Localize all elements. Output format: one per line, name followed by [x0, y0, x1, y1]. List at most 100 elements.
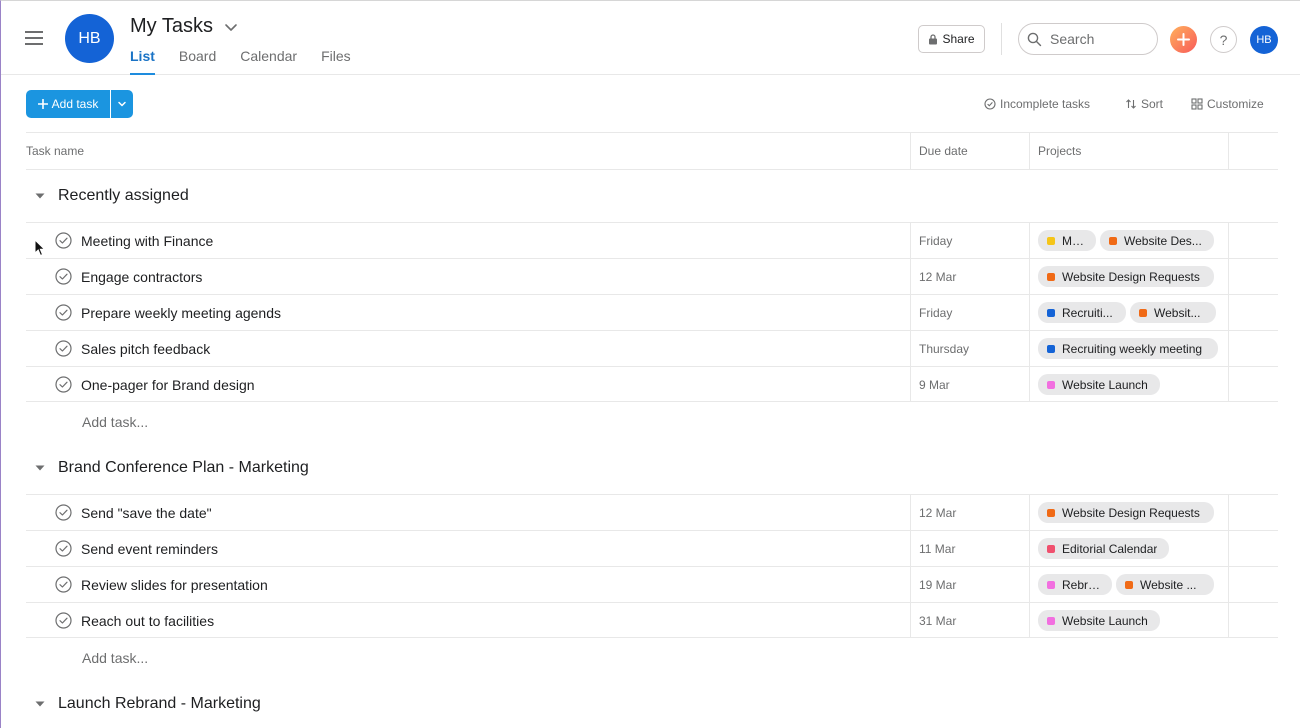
column-divider	[910, 567, 911, 602]
task-due-date[interactable]: 31 Mar	[919, 614, 956, 628]
table-row[interactable]: Reach out to facilities 31 Mar Website Lau…	[26, 602, 1278, 638]
task-name[interactable]: Review slides for presentation	[81, 577, 268, 593]
workspace-avatar: HB	[65, 14, 114, 63]
column-divider	[910, 133, 911, 169]
customize-button[interactable]: Customize	[1191, 97, 1264, 111]
column-divider	[1228, 603, 1229, 638]
table-row[interactable]: Engage contractors 12 Mar Website Design R…	[26, 258, 1278, 294]
task-due-date[interactable]: 11 Mar	[919, 542, 955, 556]
tab-board[interactable]: Board	[179, 48, 216, 75]
sort-button[interactable]: Sort	[1125, 97, 1163, 111]
column-divider	[1029, 367, 1030, 402]
mouse-cursor-icon	[34, 239, 46, 257]
table-row[interactable]: Review slides for presentation 19 Mar Rebr…	[26, 566, 1278, 602]
project-pill[interactable]: Website Launch	[1038, 374, 1160, 395]
project-pill[interactable]: Website Launch	[1038, 610, 1160, 631]
task-name[interactable]: Reach out to facilities	[81, 613, 214, 629]
project-pill[interactable]: Recruiti...	[1038, 302, 1126, 323]
column-projects[interactable]: Projects	[1038, 133, 1081, 169]
app-window: HB My Tasks List Board Calendar Files Sh…	[0, 0, 1300, 728]
tab-files[interactable]: Files	[321, 48, 351, 75]
search-box[interactable]	[1018, 23, 1158, 55]
project-pill[interactable]: Website ...	[1116, 574, 1214, 595]
task-due-date[interactable]: 19 Mar	[919, 578, 956, 592]
column-divider	[1228, 259, 1229, 294]
task-name[interactable]: Send event reminders	[81, 541, 218, 557]
table-row[interactable]: Prepare weekly meeting agends Friday Recru…	[26, 294, 1278, 330]
project-pill[interactable]: Rebra...	[1038, 574, 1112, 595]
task-name[interactable]: Meeting with Finance	[81, 233, 213, 249]
add-task-link[interactable]: Add task...	[82, 414, 148, 430]
share-button[interactable]: Share	[918, 25, 985, 53]
caret-down-icon[interactable]	[34, 190, 46, 202]
column-due-date[interactable]: Due date	[919, 133, 968, 169]
task-due-date[interactable]: 9 Mar	[919, 378, 950, 392]
project-pill[interactable]: Editorial Calendar	[1038, 538, 1169, 559]
customize-icon	[1191, 98, 1203, 110]
complete-check-icon[interactable]	[55, 612, 72, 629]
task-due-date[interactable]: Thursday	[919, 342, 969, 356]
project-color-icon	[1125, 580, 1133, 589]
incomplete-tasks-filter[interactable]: Incomplete tasks	[984, 97, 1090, 111]
complete-check-icon[interactable]	[55, 232, 72, 249]
tab-list[interactable]: List	[130, 48, 155, 75]
project-pill[interactable]: Website Design Requests	[1038, 502, 1214, 523]
project-color-icon	[1047, 344, 1055, 353]
task-due-date[interactable]: 12 Mar	[919, 506, 956, 520]
task-due-date[interactable]: 12 Mar	[919, 270, 956, 284]
section-header[interactable]: Brand Conference Plan - Marketing	[26, 442, 1278, 494]
sort-icon	[1126, 99, 1136, 109]
column-divider	[1228, 495, 1229, 530]
project-color-icon	[1047, 308, 1055, 317]
complete-check-icon[interactable]	[55, 540, 72, 557]
project-pill[interactable]: Website Design Requests	[1038, 266, 1214, 287]
plus-icon	[37, 99, 48, 109]
project-color-icon	[1047, 508, 1055, 517]
tab-calendar[interactable]: Calendar	[240, 48, 297, 75]
table-row[interactable]: One-pager for Brand design 9 Mar Website L…	[26, 366, 1278, 402]
add-task-link[interactable]: Add task...	[82, 650, 148, 666]
complete-check-icon[interactable]	[55, 340, 72, 357]
task-name[interactable]: Sales pitch feedback	[81, 341, 210, 357]
complete-check-icon[interactable]	[55, 504, 72, 521]
complete-check-icon[interactable]	[55, 376, 72, 393]
help-button[interactable]: ?	[1210, 26, 1237, 53]
caret-down-icon[interactable]	[34, 462, 46, 474]
task-projects: Website Launch	[1038, 610, 1160, 631]
complete-check-icon[interactable]	[55, 304, 72, 321]
project-pill[interactable]: Website Des...	[1100, 230, 1214, 251]
section-header[interactable]: Recently assigned	[26, 170, 1278, 222]
task-due-date[interactable]: Friday	[919, 234, 952, 248]
add-task-button[interactable]: Add task	[26, 90, 110, 118]
column-divider	[1029, 295, 1030, 330]
caret-down-icon[interactable]	[34, 698, 46, 710]
chevron-down-icon[interactable]	[223, 19, 239, 35]
task-name[interactable]: Send "save the date"	[81, 505, 212, 521]
project-pill[interactable]: Recruiting weekly meeting	[1038, 338, 1218, 359]
task-name[interactable]: Engage contractors	[81, 269, 202, 285]
section-title: Launch Rebrand - Marketing	[58, 695, 261, 712]
column-task-name[interactable]: Task name	[26, 133, 84, 169]
section-header[interactable]: Launch Rebrand - Marketing	[26, 678, 1278, 728]
project-color-icon	[1139, 308, 1147, 317]
menu-icon[interactable]	[25, 31, 43, 45]
column-divider	[910, 295, 911, 330]
project-pill[interactable]: Ma...	[1038, 230, 1096, 251]
complete-check-icon[interactable]	[55, 268, 72, 285]
column-divider	[1228, 567, 1229, 602]
search-input[interactable]	[1050, 31, 1150, 47]
quick-add-button[interactable]	[1170, 26, 1197, 53]
project-pill[interactable]: Websit...	[1130, 302, 1216, 323]
table-row[interactable]: Meeting with Finance Friday Ma... Website D…	[26, 222, 1278, 258]
complete-check-icon[interactable]	[55, 576, 72, 593]
add-task-dropdown[interactable]	[111, 90, 133, 118]
task-name[interactable]: One-pager for Brand design	[81, 377, 255, 393]
task-name[interactable]: Prepare weekly meeting agends	[81, 305, 281, 321]
task-due-date[interactable]: Friday	[919, 306, 952, 320]
table-row[interactable]: Send event reminders 11 Mar Editorial Cale…	[26, 530, 1278, 566]
user-avatar[interactable]: HB	[1250, 26, 1278, 54]
table-row[interactable]: Send "save the date" 12 Mar Website Design…	[26, 494, 1278, 530]
column-divider	[910, 259, 911, 294]
column-divider	[1029, 531, 1030, 566]
table-row[interactable]: Sales pitch feedback Thursday Recruiting w…	[26, 330, 1278, 366]
